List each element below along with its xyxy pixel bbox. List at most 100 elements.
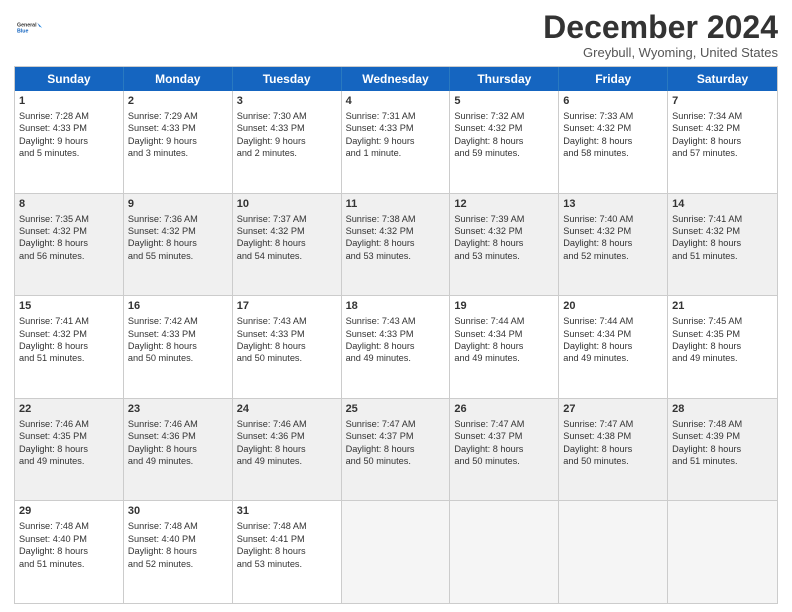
- day-info-line: Daylight: 8 hours: [346, 443, 446, 455]
- day-info-line: Sunrise: 7:46 AM: [128, 418, 228, 430]
- day-info-line: Sunset: 4:33 PM: [128, 328, 228, 340]
- day-info-line: Sunset: 4:32 PM: [237, 225, 337, 237]
- day-info-line: Sunrise: 7:30 AM: [237, 110, 337, 122]
- day-number: 14: [672, 197, 773, 212]
- header-cell-sunday: Sunday: [15, 67, 124, 91]
- calendar-cell: 14Sunrise: 7:41 AMSunset: 4:32 PMDayligh…: [668, 194, 777, 296]
- calendar-cell: 16Sunrise: 7:42 AMSunset: 4:33 PMDayligh…: [124, 296, 233, 398]
- day-info-line: and 56 minutes.: [19, 250, 119, 262]
- header: GeneralBlue December 2024 Greybull, Wyom…: [14, 10, 778, 60]
- day-number: 10: [237, 197, 337, 212]
- day-info-line: and 49 minutes.: [237, 455, 337, 467]
- calendar-cell: 26Sunrise: 7:47 AMSunset: 4:37 PMDayligh…: [450, 399, 559, 501]
- day-number: 29: [19, 504, 119, 519]
- day-info-line: Sunset: 4:33 PM: [237, 328, 337, 340]
- day-info-line: Sunrise: 7:33 AM: [563, 110, 663, 122]
- day-info-line: and 59 minutes.: [454, 147, 554, 159]
- calendar-row-4: 22Sunrise: 7:46 AMSunset: 4:35 PMDayligh…: [15, 398, 777, 501]
- day-number: 2: [128, 94, 228, 109]
- day-number: 25: [346, 402, 446, 417]
- day-info-line: and 52 minutes.: [128, 558, 228, 570]
- calendar-cell: 17Sunrise: 7:43 AMSunset: 4:33 PMDayligh…: [233, 296, 342, 398]
- day-number: 22: [19, 402, 119, 417]
- header-cell-monday: Monday: [124, 67, 233, 91]
- day-info-line: Sunrise: 7:44 AM: [454, 315, 554, 327]
- day-number: 18: [346, 299, 446, 314]
- day-info-line: Daylight: 8 hours: [454, 135, 554, 147]
- day-number: 24: [237, 402, 337, 417]
- day-info-line: Sunrise: 7:46 AM: [237, 418, 337, 430]
- header-cell-wednesday: Wednesday: [342, 67, 451, 91]
- day-info-line: Sunrise: 7:31 AM: [346, 110, 446, 122]
- calendar-cell: 2Sunrise: 7:29 AMSunset: 4:33 PMDaylight…: [124, 91, 233, 193]
- day-info-line: Sunset: 4:33 PM: [237, 122, 337, 134]
- day-info-line: Sunrise: 7:28 AM: [19, 110, 119, 122]
- location-subtitle: Greybull, Wyoming, United States: [543, 45, 778, 60]
- day-info-line: Daylight: 8 hours: [563, 237, 663, 249]
- day-info-line: Sunrise: 7:34 AM: [672, 110, 773, 122]
- day-number: 31: [237, 504, 337, 519]
- day-number: 9: [128, 197, 228, 212]
- day-number: 17: [237, 299, 337, 314]
- day-info-line: Sunrise: 7:47 AM: [346, 418, 446, 430]
- day-number: 16: [128, 299, 228, 314]
- day-info-line: Sunrise: 7:43 AM: [346, 315, 446, 327]
- day-info-line: Sunset: 4:32 PM: [563, 122, 663, 134]
- calendar-cell: 25Sunrise: 7:47 AMSunset: 4:37 PMDayligh…: [342, 399, 451, 501]
- calendar-cell: 24Sunrise: 7:46 AMSunset: 4:36 PMDayligh…: [233, 399, 342, 501]
- day-info-line: and 5 minutes.: [19, 147, 119, 159]
- calendar-cell: 5Sunrise: 7:32 AMSunset: 4:32 PMDaylight…: [450, 91, 559, 193]
- day-info-line: Sunset: 4:32 PM: [672, 122, 773, 134]
- day-info-line: Daylight: 8 hours: [19, 545, 119, 557]
- day-info-line: Daylight: 8 hours: [346, 237, 446, 249]
- day-info-line: Sunrise: 7:35 AM: [19, 213, 119, 225]
- day-info-line: and 53 minutes.: [237, 558, 337, 570]
- calendar-cell: 18Sunrise: 7:43 AMSunset: 4:33 PMDayligh…: [342, 296, 451, 398]
- day-info-line: Sunset: 4:37 PM: [346, 430, 446, 442]
- day-info-line: and 1 minute.: [346, 147, 446, 159]
- day-info-line: and 49 minutes.: [19, 455, 119, 467]
- day-info-line: and 53 minutes.: [346, 250, 446, 262]
- day-info-line: and 49 minutes.: [672, 352, 773, 364]
- calendar: SundayMondayTuesdayWednesdayThursdayFrid…: [14, 66, 778, 604]
- day-info-line: Sunset: 4:34 PM: [563, 328, 663, 340]
- day-info-line: and 51 minutes.: [672, 455, 773, 467]
- day-info-line: Sunrise: 7:41 AM: [672, 213, 773, 225]
- day-info-line: Sunrise: 7:48 AM: [128, 520, 228, 532]
- day-info-line: and 55 minutes.: [128, 250, 228, 262]
- logo-icon: GeneralBlue: [17, 14, 45, 42]
- day-number: 12: [454, 197, 554, 212]
- day-info-line: Daylight: 8 hours: [128, 237, 228, 249]
- day-info-line: Sunrise: 7:41 AM: [19, 315, 119, 327]
- day-info-line: Sunset: 4:40 PM: [19, 533, 119, 545]
- calendar-row-3: 15Sunrise: 7:41 AMSunset: 4:32 PMDayligh…: [15, 295, 777, 398]
- calendar-cell: 13Sunrise: 7:40 AMSunset: 4:32 PMDayligh…: [559, 194, 668, 296]
- day-info-line: Sunrise: 7:40 AM: [563, 213, 663, 225]
- day-info-line: Sunrise: 7:37 AM: [237, 213, 337, 225]
- day-info-line: Sunrise: 7:48 AM: [237, 520, 337, 532]
- day-info-line: Sunrise: 7:46 AM: [19, 418, 119, 430]
- day-info-line: Sunset: 4:33 PM: [346, 122, 446, 134]
- calendar-cell: 20Sunrise: 7:44 AMSunset: 4:34 PMDayligh…: [559, 296, 668, 398]
- calendar-cell: [668, 501, 777, 603]
- day-info-line: and 57 minutes.: [672, 147, 773, 159]
- day-info-line: Sunset: 4:32 PM: [128, 225, 228, 237]
- calendar-row-1: 1Sunrise: 7:28 AMSunset: 4:33 PMDaylight…: [15, 91, 777, 193]
- day-info-line: and 49 minutes.: [454, 352, 554, 364]
- day-info-line: Sunrise: 7:36 AM: [128, 213, 228, 225]
- calendar-cell: 7Sunrise: 7:34 AMSunset: 4:32 PMDaylight…: [668, 91, 777, 193]
- calendar-cell: 11Sunrise: 7:38 AMSunset: 4:32 PMDayligh…: [342, 194, 451, 296]
- day-info-line: Sunset: 4:33 PM: [128, 122, 228, 134]
- day-number: 26: [454, 402, 554, 417]
- day-info-line: and 49 minutes.: [563, 352, 663, 364]
- day-info-line: Sunset: 4:35 PM: [672, 328, 773, 340]
- calendar-row-2: 8Sunrise: 7:35 AMSunset: 4:32 PMDaylight…: [15, 193, 777, 296]
- day-info-line: Sunset: 4:41 PM: [237, 533, 337, 545]
- day-info-line: Sunrise: 7:44 AM: [563, 315, 663, 327]
- day-info-line: Daylight: 8 hours: [237, 443, 337, 455]
- day-info-line: Daylight: 8 hours: [128, 340, 228, 352]
- calendar-header: SundayMondayTuesdayWednesdayThursdayFrid…: [15, 67, 777, 91]
- calendar-cell: 1Sunrise: 7:28 AMSunset: 4:33 PMDaylight…: [15, 91, 124, 193]
- day-info-line: Daylight: 9 hours: [128, 135, 228, 147]
- day-info-line: Sunset: 4:32 PM: [454, 225, 554, 237]
